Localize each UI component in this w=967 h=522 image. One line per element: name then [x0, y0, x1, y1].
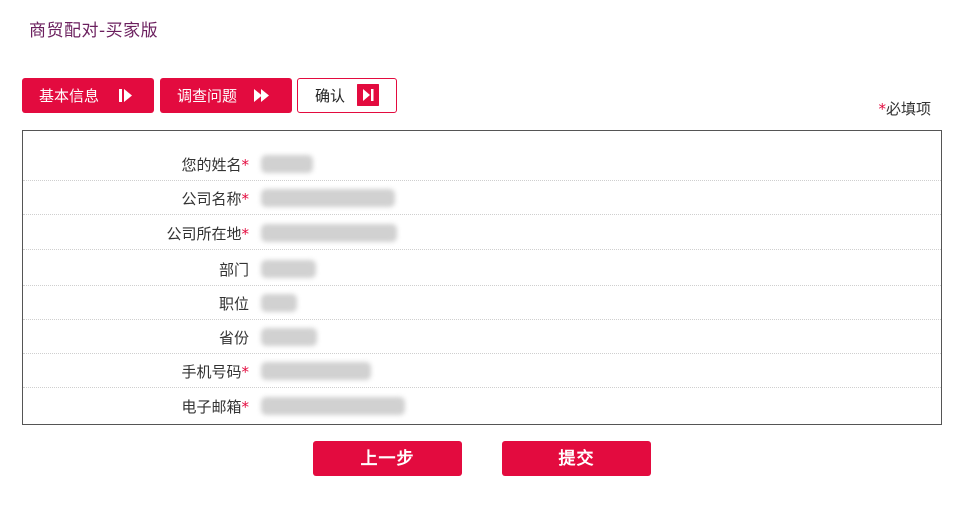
- field-value-redacted: [261, 328, 317, 346]
- field-label: 手机号码*: [181, 363, 249, 381]
- field-value-redacted: [261, 260, 316, 278]
- field-label: 电子邮箱*: [181, 398, 249, 416]
- field-label: 职位: [218, 295, 249, 313]
- step-basic-info[interactable]: 基本信息: [22, 78, 154, 113]
- step-survey-questions[interactable]: 调查问题: [160, 78, 292, 113]
- field-value-redacted: [261, 189, 395, 207]
- field-label: 公司所在地*: [166, 225, 249, 243]
- form-row-position: 职位: [23, 286, 941, 320]
- required-note-text: 必填项: [885, 100, 931, 118]
- field-label: 您的姓名*: [181, 156, 249, 174]
- submit-button[interactable]: 提交: [502, 441, 651, 476]
- form-row-province: 省份: [23, 320, 941, 354]
- step-label: 确认: [315, 87, 346, 105]
- fast-forward-icon: [254, 89, 269, 102]
- play-pause-icon: [119, 89, 132, 102]
- step-label: 调查问题: [177, 87, 238, 105]
- field-value-redacted: [261, 397, 405, 415]
- skip-end-icon: [357, 84, 379, 106]
- prev-step-button[interactable]: 上一步: [313, 441, 462, 476]
- field-value-redacted: [261, 155, 313, 173]
- field-label: 省份: [218, 329, 249, 347]
- step-confirm[interactable]: 确认: [297, 78, 397, 113]
- step-label: 基本信息: [39, 87, 100, 105]
- form-row-location: 公司所在地*: [23, 216, 941, 250]
- confirm-form: 您的姓名* 公司名称* 公司所在地* 部门 职位 省份 手机号码* 电子邮箱*: [22, 130, 942, 425]
- field-value-redacted: [261, 294, 297, 312]
- required-star: *: [878, 100, 886, 118]
- page-title: 商贸配对-买家版: [29, 21, 159, 41]
- field-value-redacted: [261, 224, 397, 242]
- required-note: *必填项: [878, 98, 931, 119]
- field-value-redacted: [261, 362, 371, 380]
- field-label: 部门: [218, 261, 249, 279]
- form-row-email: 电子邮箱*: [23, 389, 941, 423]
- form-row-department: 部门: [23, 252, 941, 286]
- field-label: 公司名称*: [181, 190, 249, 208]
- form-row-mobile: 手机号码*: [23, 354, 941, 388]
- form-row-company: 公司名称*: [23, 181, 941, 215]
- form-row-name: 您的姓名*: [23, 147, 941, 181]
